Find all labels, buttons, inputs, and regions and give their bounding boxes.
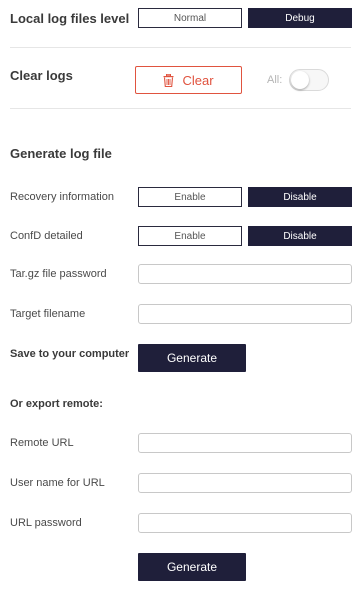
- confd-enable-button[interactable]: Enable: [138, 226, 242, 246]
- log-level-debug-button[interactable]: Debug: [248, 8, 352, 28]
- remote-url-label: Remote URL: [10, 437, 74, 449]
- all-toggle[interactable]: [289, 69, 329, 91]
- log-level-title: Local log files level: [10, 11, 130, 26]
- divider: [10, 47, 351, 48]
- target-filename-label: Target filename: [10, 308, 86, 320]
- divider: [10, 108, 351, 109]
- recovery-info-label: Recovery information: [10, 191, 114, 203]
- confd-disable-button[interactable]: Disable: [248, 226, 352, 246]
- export-remote-title: Or export remote:: [10, 398, 103, 410]
- tar-password-label: Tar.gz file password: [10, 268, 107, 280]
- recovery-enable-button[interactable]: Enable: [138, 187, 242, 207]
- save-to-computer-label: Save to your computer: [10, 348, 130, 360]
- generate-log-title: Generate log file: [10, 146, 112, 161]
- url-password-label: URL password: [10, 517, 82, 529]
- clear-button[interactable]: Clear: [135, 66, 242, 94]
- confd-label: ConfD detailed: [10, 230, 83, 242]
- recovery-disable-button[interactable]: Disable: [248, 187, 352, 207]
- toggle-knob: [291, 71, 309, 89]
- url-password-input[interactable]: [138, 513, 352, 533]
- generate-local-button[interactable]: Generate: [138, 344, 246, 372]
- url-username-label: User name for URL: [10, 477, 105, 489]
- tar-password-input[interactable]: [138, 264, 352, 284]
- log-level-normal-button[interactable]: Normal: [138, 8, 242, 28]
- target-filename-input[interactable]: [138, 304, 352, 324]
- url-username-input[interactable]: [138, 473, 352, 493]
- clear-button-label: Clear: [182, 72, 214, 88]
- trash-icon: [163, 73, 174, 87]
- all-toggle-label: All:: [267, 74, 283, 86]
- generate-remote-button[interactable]: Generate: [138, 553, 246, 581]
- remote-url-input[interactable]: [138, 433, 352, 453]
- clear-logs-title: Clear logs: [10, 68, 73, 83]
